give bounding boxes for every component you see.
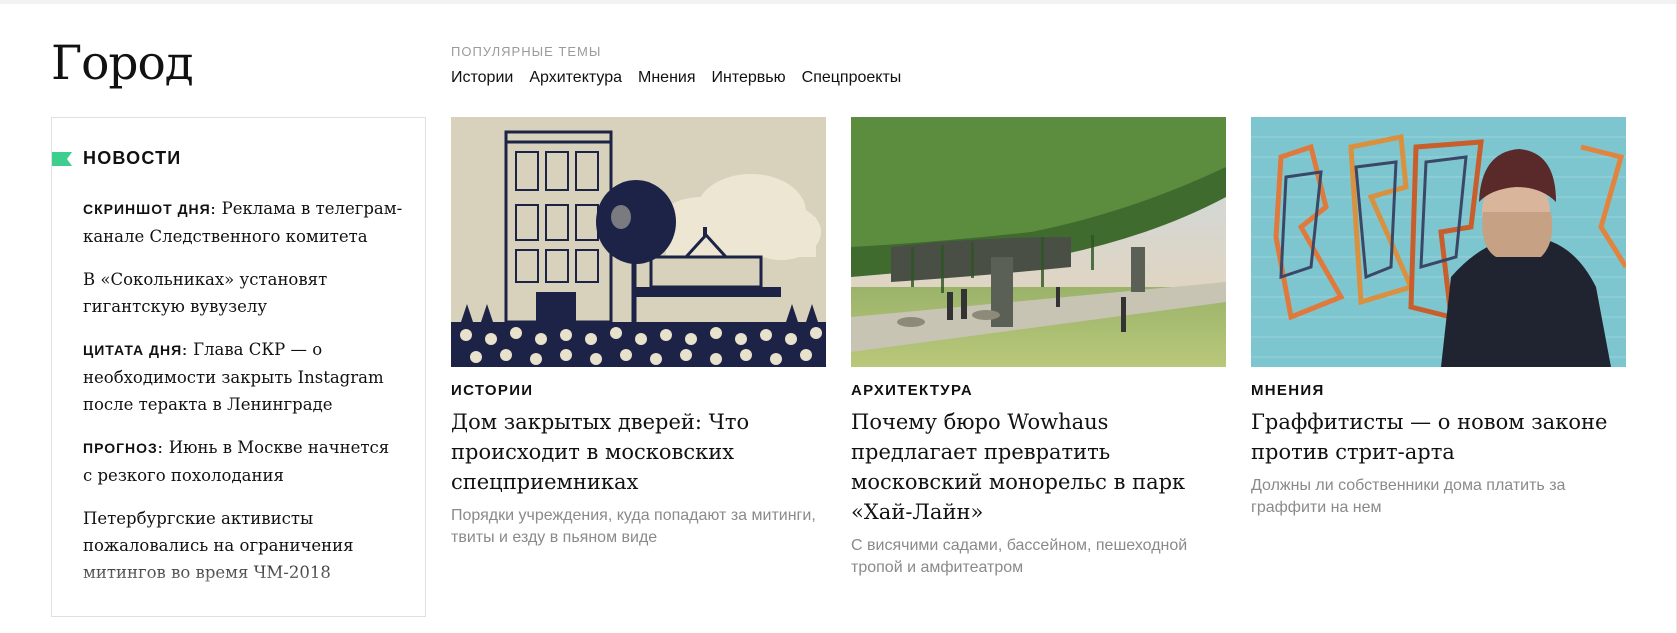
news-item[interactable]: ПРОГНОЗ: Июнь в Москве начнется с резког… xyxy=(83,434,403,489)
article-title[interactable]: Дом закрытых дверей: Что происходит в мо… xyxy=(451,407,826,497)
news-heading: НОВОСТИ xyxy=(83,148,182,168)
article-title[interactable]: Почему бюро Wowhaus предлагает превратит… xyxy=(851,407,1226,527)
topic-link-interviews[interactable]: Интервью xyxy=(712,69,786,87)
topics-nav: Истории Архитектура Мнения Интервью Спец… xyxy=(451,69,901,87)
article-image-monorail-park[interactable] xyxy=(851,117,1226,367)
section-title[interactable]: Город xyxy=(51,36,194,91)
news-text: Петербургские активисты пожаловались на … xyxy=(83,509,354,582)
news-item[interactable]: ЦИТАТА ДНЯ: Глава СКР — о необходимости … xyxy=(83,336,403,418)
article-card: АРХИТЕКТУРА Почему бюро Wowhaus предлага… xyxy=(851,117,1226,579)
article-image-building[interactable] xyxy=(451,117,826,367)
topic-link-opinions[interactable]: Мнения xyxy=(638,69,696,87)
news-item[interactable]: Петербургские активисты пожаловались на … xyxy=(83,505,403,586)
article-rubric[interactable]: МНЕНИЯ xyxy=(1251,382,1626,399)
topic-link-specials[interactable]: Спецпроекты xyxy=(802,69,902,87)
popular-topics-label: ПОПУЛЯРНЫЕ ТЕМЫ xyxy=(451,44,602,59)
news-tag: СКРИНШОТ ДНЯ: xyxy=(83,201,217,217)
article-title[interactable]: Граффитисты — о новом законе против стри… xyxy=(1251,407,1626,467)
article-card: ИСТОРИИ Дом закрытых дверей: Что происхо… xyxy=(451,117,826,549)
article-lead: Должны ли собственники дома платить за г… xyxy=(1251,477,1566,516)
news-text: В «Сокольниках» установят гигантскую вув… xyxy=(83,270,328,316)
article-lead: Порядки учреждения, куда попадают за мит… xyxy=(451,507,816,546)
popular-topics: ПОПУЛЯРНЫЕ ТЕМЫ Истории Архитектура Мнен… xyxy=(451,44,901,87)
building-illustration xyxy=(451,117,826,367)
news-feed: НОВОСТИ СКРИНШОТ ДНЯ: Реклама в телеграм… xyxy=(51,117,426,617)
flag-icon xyxy=(52,152,72,166)
news-tag: ЦИТАТА ДНЯ: xyxy=(83,342,188,358)
article-lead: С висячими садами, бассейном, пешеходной… xyxy=(851,537,1188,576)
news-item[interactable]: СКРИНШОТ ДНЯ: Реклама в телеграм-канале … xyxy=(83,195,403,250)
article-image-graffiti[interactable] xyxy=(1251,117,1626,367)
topic-link-architecture[interactable]: Архитектура xyxy=(529,69,622,87)
news-item[interactable]: В «Сокольниках» установят гигантскую вув… xyxy=(83,266,403,320)
article-rubric[interactable]: АРХИТЕКТУРА xyxy=(851,382,1226,399)
news-list: СКРИНШОТ ДНЯ: Реклама в телеграм-канале … xyxy=(83,195,403,602)
article-card: МНЕНИЯ Граффитисты — о новом законе прот… xyxy=(1251,117,1626,519)
article-rubric[interactable]: ИСТОРИИ xyxy=(451,382,826,399)
graffiti-wall-photo xyxy=(1251,117,1626,367)
news-tag: ПРОГНОЗ: xyxy=(83,440,164,456)
monorail-park-photo xyxy=(851,117,1226,367)
top-border xyxy=(0,0,1677,4)
topic-link-stories[interactable]: Истории xyxy=(451,69,513,87)
